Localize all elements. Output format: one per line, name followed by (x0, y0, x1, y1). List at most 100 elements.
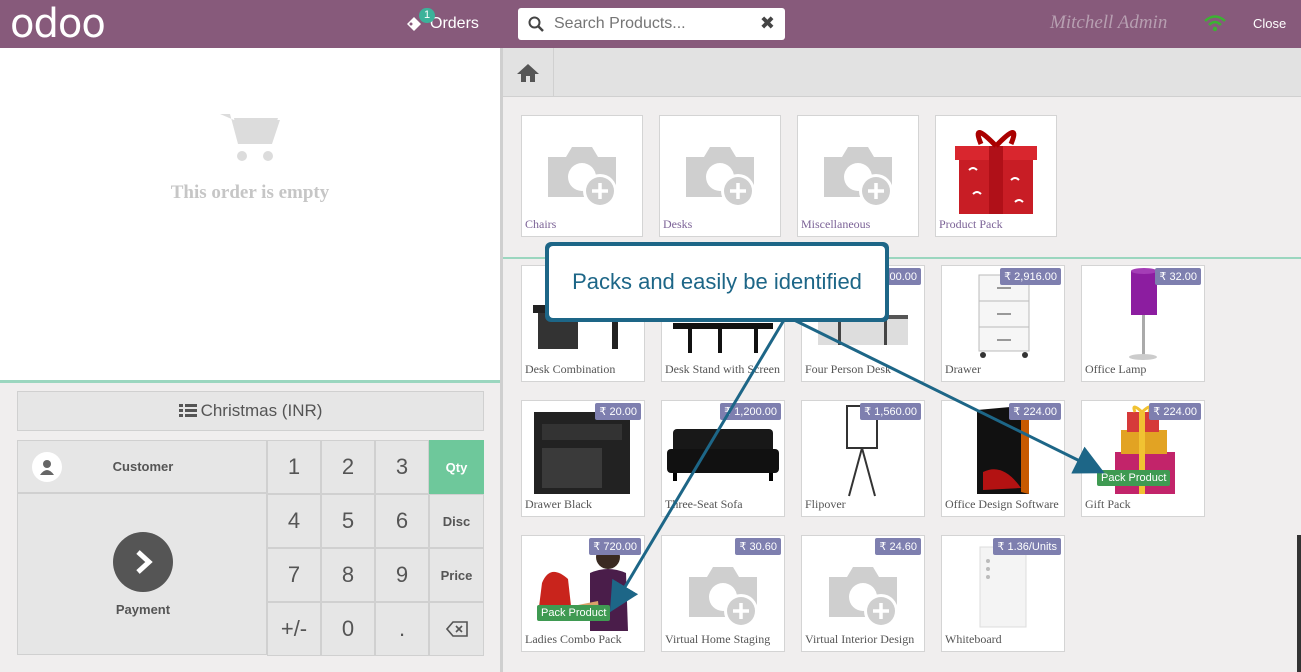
mode-qty-button[interactable]: Qty (429, 440, 484, 494)
backspace-button[interactable] (429, 602, 484, 656)
price-tag: ₹ 1,560.00 (860, 403, 921, 420)
orders-button[interactable]: 1 Orders (404, 8, 479, 38)
product-name: Three-Seat Sofa (665, 497, 743, 511)
order-lines: This order is empty (0, 48, 500, 380)
mode-price-button[interactable]: Price (429, 548, 484, 602)
callout-text: Packs and easily be identified (549, 246, 885, 318)
numpad-key-sign[interactable]: +/- (267, 602, 321, 656)
product-card-virtual-interior-design[interactable]: ₹ 24.60 Virtual Interior Design (801, 535, 925, 652)
product-card-drawer-black[interactable]: ₹ 20.00 Drawer Black (521, 400, 645, 517)
numpad-key-6[interactable]: 6 (375, 494, 429, 548)
price-tag: ₹ 24.60 (875, 538, 921, 555)
category-name: Product Pack (939, 217, 1003, 231)
product-card-gift-pack[interactable]: ₹ 224.00 Pack Product Gift Pack (1081, 400, 1205, 517)
gift-box-icon (936, 118, 1056, 218)
odoo-logo: odoo (10, 1, 106, 47)
close-button[interactable]: Close (1253, 16, 1286, 31)
breadcrumb (503, 48, 1301, 97)
empty-order-text: This order is empty (170, 182, 330, 203)
cart-icon (220, 114, 280, 161)
product-card-virtual-home-staging[interactable]: ₹ 30.60 Virtual Home Staging (661, 535, 785, 652)
product-name: Desk Stand with Screen (665, 362, 780, 376)
pack-product-badge: Pack Product (1097, 470, 1171, 486)
camera-plus-icon (522, 126, 642, 224)
category-card-product-pack[interactable]: Product Pack (935, 115, 1057, 237)
product-name: Drawer Black (525, 497, 592, 511)
top-bar: odoo 1 Orders ✖ Mitchell Admin Close (0, 0, 1301, 48)
list-icon (178, 404, 197, 417)
numpad-key-9[interactable]: 9 (375, 548, 429, 602)
numpad-key-7[interactable]: 7 (267, 548, 321, 602)
clear-search-icon[interactable]: ✖ (760, 13, 775, 34)
search-input[interactable] (554, 15, 744, 33)
search-icon (528, 16, 544, 32)
mode-disc-button[interactable]: Disc (429, 494, 484, 548)
product-name: Virtual Home Staging (665, 632, 771, 646)
price-tag: ₹ 224.00 (1009, 403, 1061, 420)
category-name: Chairs (525, 217, 557, 231)
product-name: Desk Combination (525, 362, 616, 376)
backspace-icon (445, 621, 468, 637)
numpad-key-dot[interactable]: . (375, 602, 429, 656)
chevron-right-icon (136, 550, 153, 574)
orders-count-badge: 1 (419, 8, 436, 23)
category-name: Desks (663, 217, 693, 231)
price-tag: ₹ 224.00 (1149, 403, 1201, 420)
product-name: Office Lamp (1085, 362, 1147, 376)
customer-label: Customer (112, 459, 174, 474)
category-name: Miscellaneous (801, 217, 871, 231)
product-name: Drawer (945, 362, 981, 376)
price-tag: ₹ 1,200.00 (720, 403, 781, 420)
price-tag: ₹ 32.00 (1155, 268, 1201, 285)
category-card-miscellaneous[interactable]: Miscellaneous (797, 115, 919, 237)
numpad-key-3[interactable]: 3 (375, 440, 429, 494)
user-name: Mitchell Admin (1050, 12, 1168, 33)
control-pad: Christmas (INR) Customer Payment 1 2 3 Q… (0, 383, 500, 672)
product-card-flipover[interactable]: ₹ 1,560.00 Flipover (801, 400, 925, 517)
pack-product-badge: Pack Product (537, 605, 611, 621)
pricelist-label: Christmas (INR) (200, 401, 323, 420)
price-tag: ₹ 720.00 (589, 538, 641, 555)
camera-plus-icon (802, 546, 924, 644)
price-tag: ₹ 20.00 (595, 403, 641, 420)
order-pane: This order is empty Christmas (INR) Cust… (0, 48, 500, 672)
home-icon (517, 63, 539, 82)
orders-label: Orders (430, 15, 479, 32)
camera-plus-icon (662, 546, 784, 644)
product-name: Office Design Software (945, 497, 1059, 511)
pricelist-button[interactable]: Christmas (INR) (17, 391, 484, 431)
product-card-office-design-software[interactable]: ₹ 224.00 Office Design Software (941, 400, 1065, 517)
payment-label: Payment (115, 602, 171, 617)
numpad-key-5[interactable]: 5 (321, 494, 375, 548)
customer-button[interactable]: Customer (17, 440, 267, 493)
product-name: Gift Pack (1085, 497, 1131, 511)
product-name: Whiteboard (945, 632, 1002, 646)
scrollbar-thumb[interactable] (1297, 535, 1301, 672)
product-card-three-seat-sofa[interactable]: ₹ 1,200.00 Three-Seat Sofa (661, 400, 785, 517)
product-name: Ladies Combo Pack (525, 632, 622, 646)
search-box[interactable]: ✖ (518, 8, 785, 40)
product-name: Virtual Interior Design (805, 632, 915, 646)
product-card-office-lamp[interactable]: ₹ 32.00 Office Lamp (1081, 265, 1205, 382)
numpad-key-1[interactable]: 1 (267, 440, 321, 494)
category-card-desks[interactable]: Desks (659, 115, 781, 237)
camera-plus-icon (798, 126, 918, 224)
numpad-key-4[interactable]: 4 (267, 494, 321, 548)
payment-circle (113, 532, 173, 592)
camera-plus-icon (660, 126, 780, 224)
product-card-whiteboard[interactable]: ₹ 1.36/Units Whiteboard (941, 535, 1065, 652)
wifi-icon (1204, 15, 1226, 32)
product-card-drawer[interactable]: ₹ 2,916.00 Drawer (941, 265, 1065, 382)
price-tag: ₹ 30.60 (735, 538, 781, 555)
home-button[interactable] (503, 48, 554, 97)
product-card-ladies-combo-pack[interactable]: ₹ 720.00 Pack Product Ladies Combo Pack (521, 535, 645, 652)
numpad-key-8[interactable]: 8 (321, 548, 375, 602)
numpad-key-2[interactable]: 2 (321, 440, 375, 494)
numpad-key-0[interactable]: 0 (321, 602, 375, 656)
category-card-chairs[interactable]: Chairs (521, 115, 643, 237)
payment-button[interactable]: Payment (17, 493, 267, 655)
price-tag: ₹ 1.36/Units (993, 538, 1061, 555)
price-tag: ₹ 2,916.00 (1000, 268, 1061, 285)
product-name: Flipover (805, 497, 846, 511)
product-name: Four Person Desk (805, 362, 891, 376)
